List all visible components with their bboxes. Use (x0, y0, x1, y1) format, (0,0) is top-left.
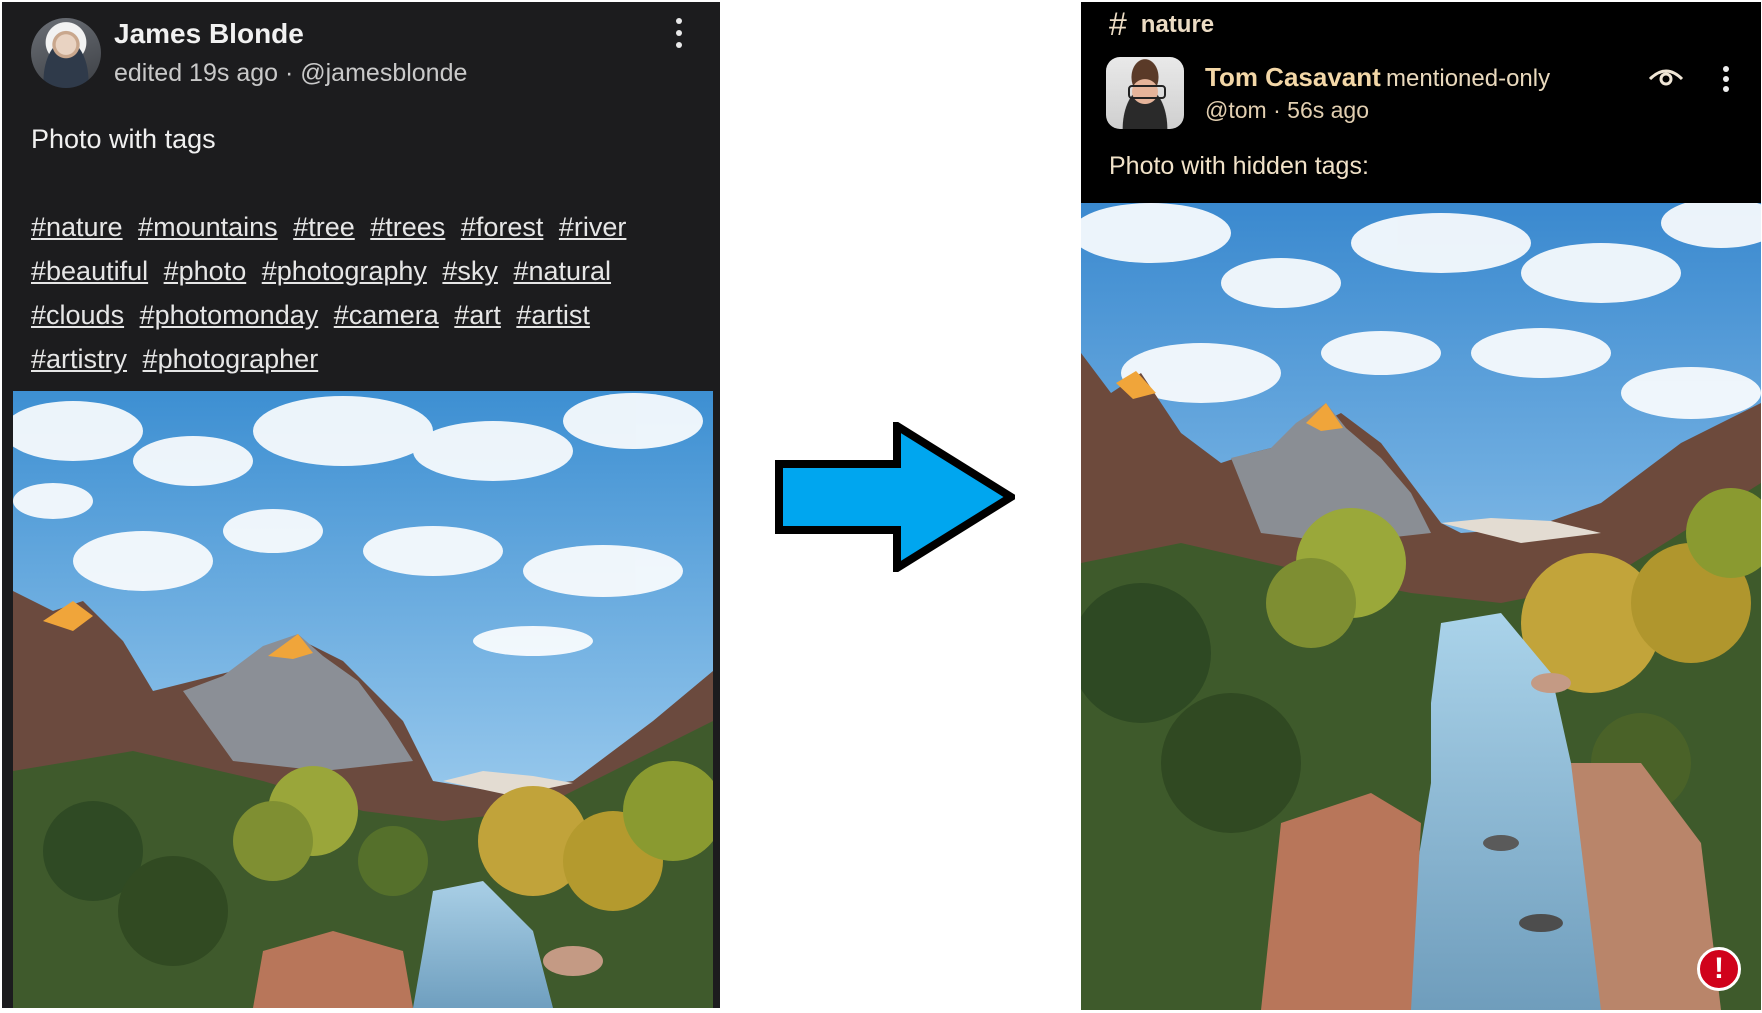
more-options-icon[interactable] (1721, 66, 1731, 92)
meta-separator: · (278, 59, 301, 87)
hashtag-link[interactable]: #clouds (31, 300, 124, 330)
author-name[interactable]: James Blonde (114, 18, 304, 50)
post-text: Photo with tags (31, 124, 216, 154)
author-handle[interactable]: @jamesblonde (300, 59, 467, 87)
hashtag-link[interactable]: #artistry (31, 344, 127, 374)
hashtag-link[interactable]: #natural (513, 256, 611, 286)
eye-icon[interactable] (1648, 65, 1684, 89)
hashtag-link[interactable]: #forest (461, 212, 544, 242)
post-text: Photo with hidden tags: (1109, 152, 1369, 180)
author-avatar[interactable] (1106, 57, 1184, 129)
hashtag-link[interactable]: #photo (164, 256, 247, 286)
hashtag-link[interactable]: #art (454, 300, 501, 330)
rendered-post-card: # nature Tom Casavant mentioned-only @to… (1081, 2, 1761, 1010)
post-meta: @tom · 56s ago (1205, 97, 1369, 124)
landscape-photo (13, 391, 713, 1008)
channel-header[interactable]: # nature (1109, 6, 1214, 43)
post-time: 56s ago (1287, 97, 1370, 123)
avatar-glasses (1128, 85, 1166, 99)
hashtag-link[interactable]: #photographer (143, 344, 319, 374)
author-name[interactable]: Tom Casavant (1205, 62, 1381, 93)
meta-separator: · (1266, 97, 1288, 123)
hashtag-link[interactable]: #sky (442, 256, 498, 286)
post-meta: edited 19s ago · @jamesblonde (114, 59, 467, 88)
hashtag-link[interactable]: #trees (370, 212, 445, 242)
hashtag-link[interactable]: #tree (293, 212, 355, 242)
alert-icon[interactable]: ! (1697, 947, 1741, 991)
post-body: Photo with tags #nature #mountains #tree… (31, 124, 671, 381)
original-post-card: James Blonde edited 19s ago · @jamesblon… (2, 2, 720, 1008)
hashtag-link[interactable]: #beautiful (31, 256, 148, 286)
hashtag-link[interactable]: #artist (516, 300, 590, 330)
hashtag-icon: # (1109, 6, 1127, 42)
hashtag-link[interactable]: #photomonday (140, 300, 319, 330)
visibility-label: mentioned-only (1386, 65, 1551, 92)
edited-time: edited 19s ago (114, 59, 279, 87)
more-options-icon[interactable] (672, 18, 686, 48)
channel-name: nature (1140, 10, 1215, 38)
landscape-photo (1081, 203, 1761, 1010)
hashtag-link[interactable]: #photography (262, 256, 427, 286)
author-handle[interactable]: @tom (1205, 97, 1267, 123)
right-arrow-icon (775, 422, 1015, 572)
author-avatar[interactable] (31, 18, 101, 88)
post-photo[interactable] (13, 391, 713, 1008)
hashtag-link[interactable]: #nature (31, 212, 123, 242)
post-photo[interactable] (1081, 203, 1761, 1010)
hashtag-list: #nature #mountains #tree #trees #forest … (31, 205, 671, 381)
hashtag-link[interactable]: #river (559, 212, 627, 242)
hashtag-link[interactable]: #mountains (138, 212, 278, 242)
hashtag-link[interactable]: #camera (334, 300, 439, 330)
